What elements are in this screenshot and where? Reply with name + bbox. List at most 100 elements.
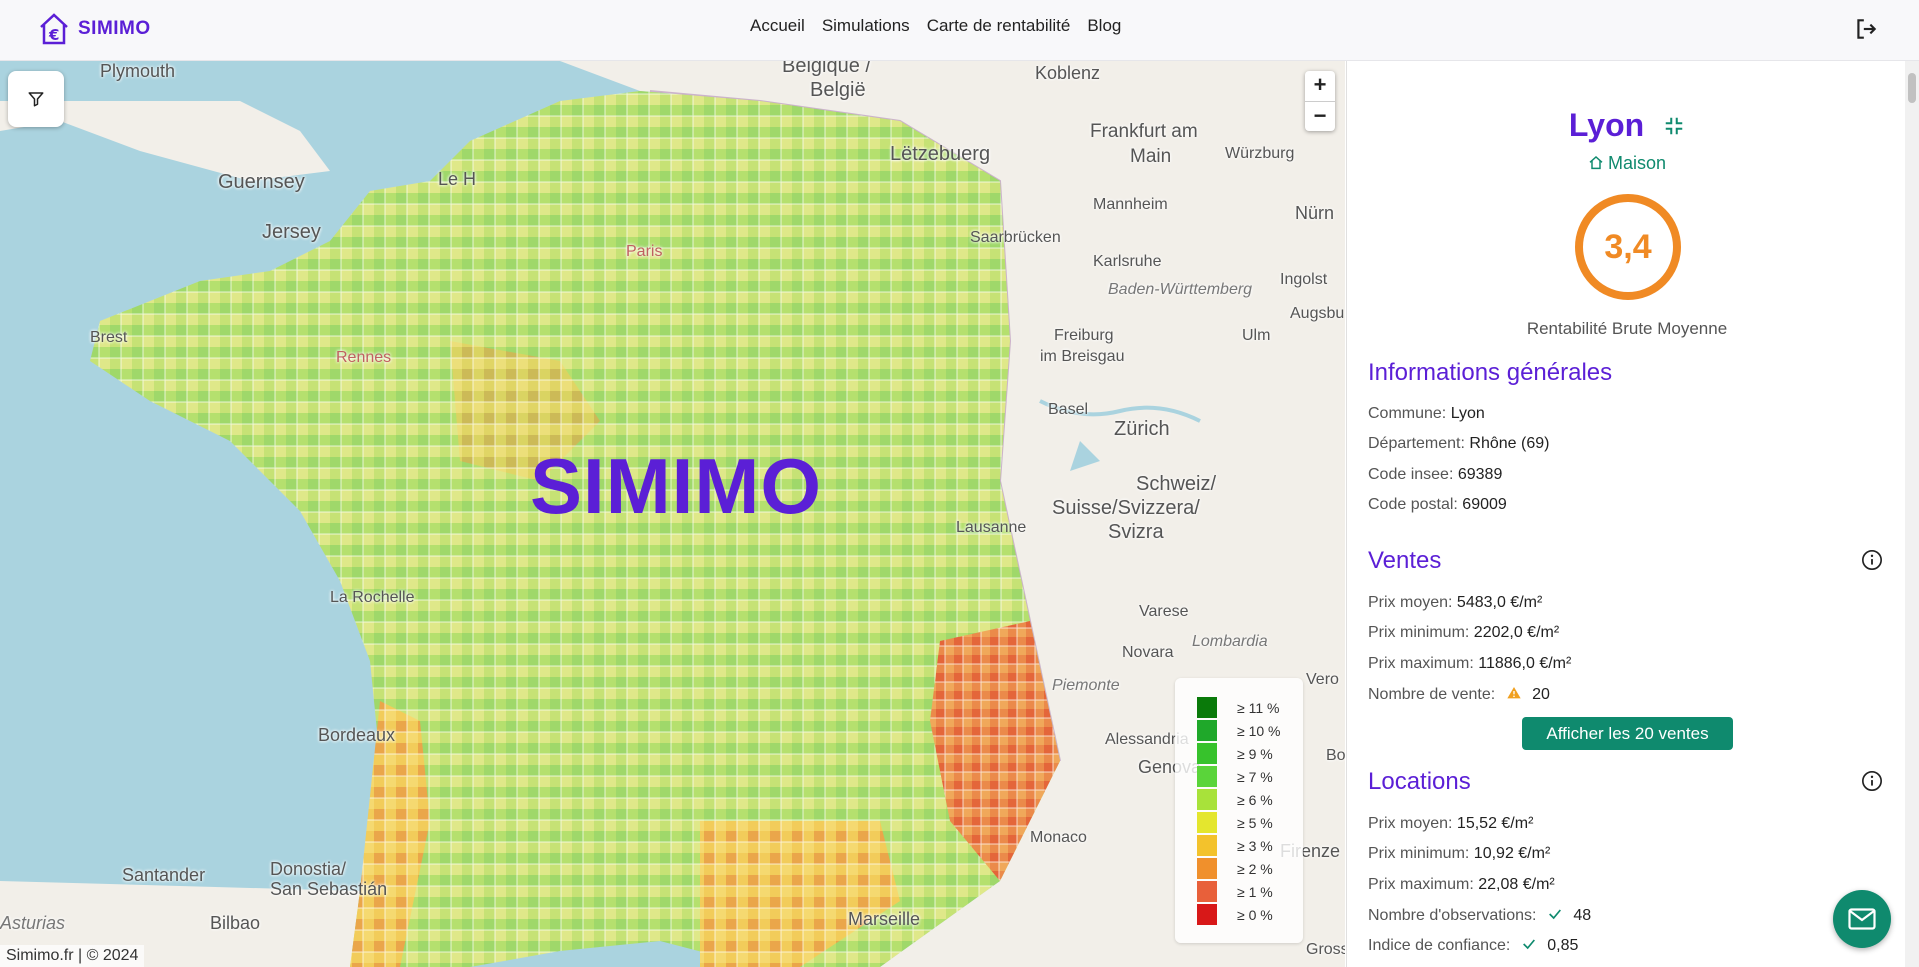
info-label: Code postal: [1368,496,1458,513]
legend-item: ≥ 7 % [1197,765,1303,788]
place-label: Lausanne [956,519,1027,536]
legend-swatch [1197,697,1217,718]
scrollbar-thumb[interactable] [1908,73,1916,103]
info-row: Prix minimum: 2202,0 €/m² [1368,624,1559,642]
score-caption: Rentabilité Brute Moyenne [1526,319,1728,338]
legend-label: ≥ 11 % [1237,699,1280,716]
commune-details-panel[interactable]: Lyon Maison 3,4 Rentabilité Brute Moyenn… [1346,61,1919,967]
legend-swatch [1197,789,1217,810]
info-value: 69009 [1462,496,1507,513]
place-label: Mannheim [1093,196,1168,213]
legend-item: ≥ 5 % [1197,811,1303,834]
place-label: Le H [438,169,477,189]
main-nav: Accueil Simulations Carte de rentabilité… [750,16,1121,36]
house-euro-logo-icon: € [38,12,70,46]
place-label: Piemonte [1052,677,1120,694]
top-header: € SIMIMO Accueil Simulations Carte de re… [0,0,1919,61]
place-label: Bilbao [210,913,261,933]
place-label: Novara [1122,644,1174,661]
legend-label: ≥ 3 % [1237,837,1273,854]
info-label: Nombre de vente: [1368,686,1496,703]
section-title-ventes: Ventes [1368,547,1442,574]
place-label: Guernsey [218,171,305,193]
legend-swatch [1197,858,1217,879]
info-value: 5483,0 €/m² [1456,594,1543,611]
section-title-locations: Locations [1368,768,1471,795]
show-sales-button[interactable]: Afficher les 20 ventes [1522,717,1733,750]
info-icon[interactable] [1861,549,1883,571]
legend-item: ≥ 1 % [1197,880,1303,903]
section-title-general: Informations générales [1368,359,1613,386]
zoom-in-button[interactable]: + [1305,71,1335,101]
place-label: Donostia/ [270,859,347,879]
map-legend: ≥ 11 % ≥ 10 % ≥ 9 % ≥ 7 % ≥ 6 % ≥ 5 % ≥ … [1175,678,1303,943]
filter-button[interactable] [8,71,64,127]
legend-swatch [1197,720,1217,741]
filter-icon [28,92,44,107]
info-row: Prix moyen: 5483,0 €/m² [1368,594,1542,612]
place-label: Plymouth [100,61,176,81]
info-value: Rhône (69) [1469,435,1550,452]
legend-label: ≥ 6 % [1237,791,1273,808]
legend-swatch [1197,835,1217,856]
info-row: Prix maximum: 11886,0 €/m² [1368,655,1571,673]
info-value: 69389 [1457,466,1503,483]
place-label: im Breisgau [1040,348,1125,365]
place-label: Schweiz/ [1136,473,1217,495]
place-label: Basel [1048,401,1089,418]
zoom-out-button[interactable]: − [1305,101,1335,131]
info-label: Prix minimum: [1368,845,1470,862]
info-label: Prix maximum: [1368,876,1474,893]
nav-simulations[interactable]: Simulations [822,16,910,36]
logo[interactable]: € SIMIMO [38,12,151,46]
legend-item: ≥ 11 % [1197,696,1303,719]
info-row: Prix maximum: 22,08 €/m² [1368,876,1555,894]
city-title: Lyon [1347,105,1907,144]
info-icon[interactable] [1861,770,1883,792]
place-label: Suisse/Svizzera/ [1052,497,1200,519]
place-label: Svizra [1108,521,1164,543]
place-label: La Rochelle [330,589,415,606]
place-label: Würzburg [1225,145,1295,162]
place-label: Asturias [0,913,66,933]
place-label: Main [1130,146,1172,167]
info-row: Nombre d'observations: 48 [1368,906,1591,925]
place-label: Nürn [1295,203,1335,223]
legend-label: ≥ 5 % [1237,814,1273,831]
info-row: Nombre de vente: 20 [1368,685,1550,704]
zoom-control: + − [1305,71,1335,131]
simimo-watermark: SIMIMO [530,442,822,530]
legend-label: ≥ 7 % [1237,768,1273,785]
contact-button[interactable] [1833,890,1891,948]
place-label: Brest [90,329,128,346]
logo-text: SIMIMO [78,18,151,39]
info-row: Département: Rhône (69) [1368,435,1549,453]
nav-accueil[interactable]: Accueil [750,16,805,36]
nav-blog[interactable]: Blog [1087,16,1121,36]
place-label: Koblenz [1035,63,1101,83]
place-label: Freiburg [1054,327,1114,344]
legend-label: ≥ 2 % [1237,860,1273,877]
warning-icon [1506,687,1521,699]
rentability-score: 3,4 [1575,194,1681,300]
check-icon [1522,939,1535,950]
mail-icon [1848,908,1876,930]
place-label: Varese [1139,603,1189,620]
legend-item: ≥ 6 % [1197,788,1303,811]
check-icon [1548,909,1561,920]
collapse-icon[interactable] [1663,115,1685,137]
house-icon [1589,156,1603,170]
place-label: Augsbu [1290,305,1345,322]
legend-swatch [1197,904,1217,925]
logout-icon[interactable] [1853,16,1879,42]
panel-scrollbar[interactable] [1905,61,1919,967]
info-row: Prix minimum: 10,92 €/m² [1368,845,1550,863]
legend-swatch [1197,743,1217,764]
profitability-map[interactable]: Plymouth Guernsey Jersey Le H Brest Renn… [0,61,1345,967]
info-label: Nombre d'observations: [1368,907,1537,924]
place-label: Baden-Württemberg [1108,281,1253,298]
place-label: Saarbrücken [970,229,1061,246]
legend-item: ≥ 0 % [1197,903,1303,926]
info-label: Code insee: [1368,466,1454,483]
nav-carte-rentabilite[interactable]: Carte de rentabilité [927,16,1071,36]
